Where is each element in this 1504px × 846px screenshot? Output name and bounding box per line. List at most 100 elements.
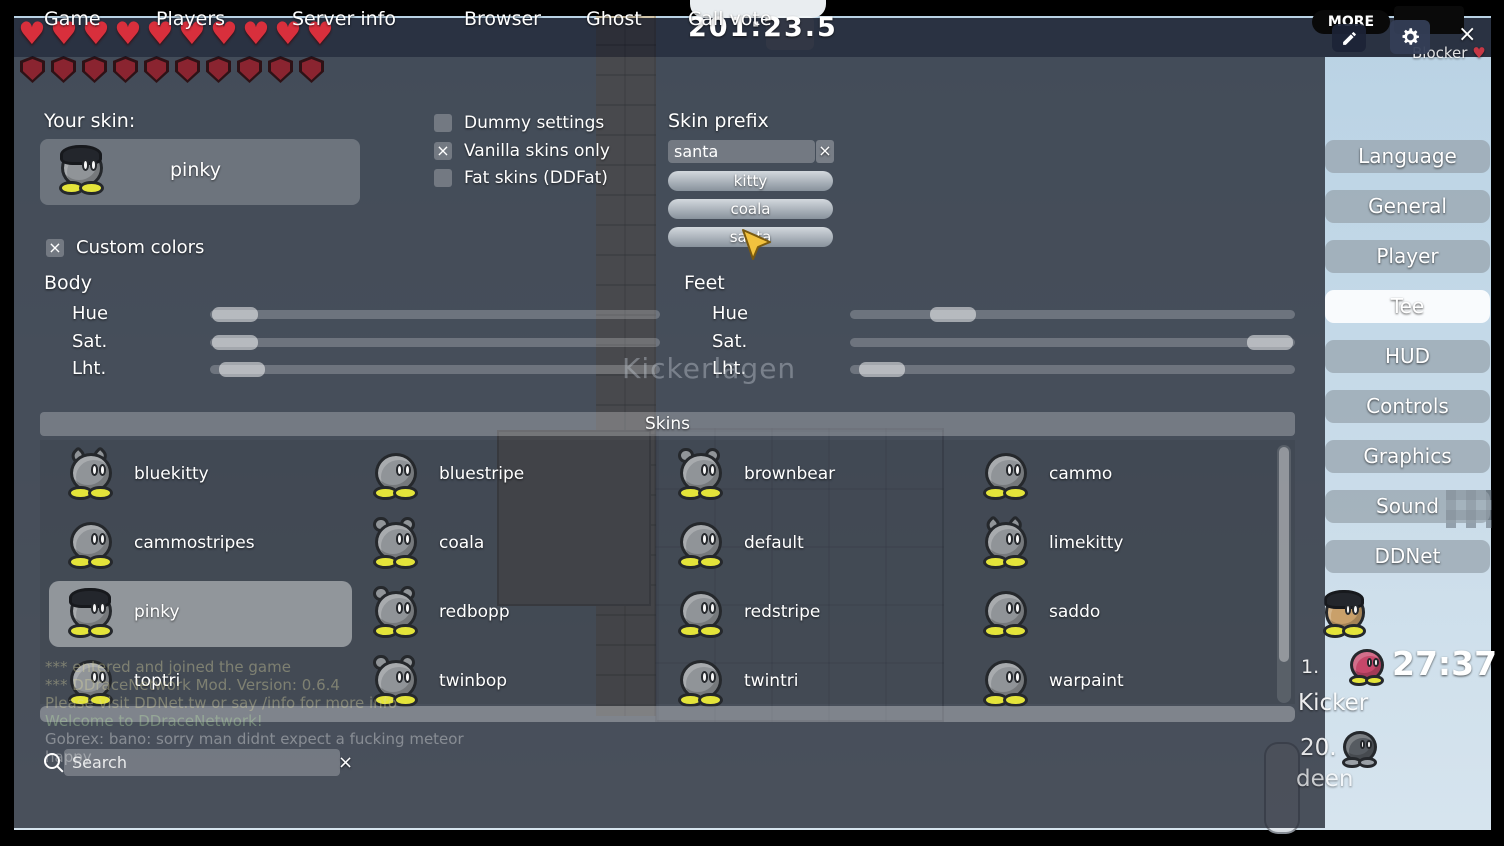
skin-name: bluestripe xyxy=(439,464,524,484)
close-icon[interactable]: × xyxy=(1458,24,1476,46)
checkbox-icon xyxy=(434,169,452,187)
tee-icon xyxy=(67,521,115,569)
tee-icon xyxy=(67,590,115,638)
clear-prefix-icon[interactable]: × xyxy=(816,140,834,163)
search-input[interactable] xyxy=(64,749,340,776)
slider-handle[interactable] xyxy=(212,307,258,322)
skin-item-bluekitty[interactable]: bluekitty xyxy=(49,443,352,509)
skin-item-pinky-selected[interactable]: pinky xyxy=(49,581,352,647)
skin-name: saddo xyxy=(1049,602,1100,622)
chat-line: Welcome to DDraceNetwork! xyxy=(45,712,263,730)
skin-item-redbopp[interactable]: redbopp xyxy=(354,581,657,647)
chat-line: Please visit DDNet.tw or say /info for m… xyxy=(45,694,397,712)
prefix-preset-kitty[interactable]: kitty xyxy=(668,171,833,191)
map-watermark: Kickerlagen xyxy=(622,352,796,385)
settings-button[interactable] xyxy=(1390,20,1430,54)
chat-line: happy xyxy=(45,748,92,766)
skin-item-cammo[interactable]: cammo xyxy=(964,443,1267,509)
slider-handle[interactable] xyxy=(212,335,258,350)
feet-lht-slider[interactable] xyxy=(850,365,1295,374)
checkbox-custom-colors[interactable]: Custom colors xyxy=(46,237,204,258)
feet-section-label: Feet xyxy=(684,272,725,294)
tab-tee[interactable]: Tee xyxy=(1325,290,1490,323)
skin-name: bluekitty xyxy=(134,464,209,484)
tab-controls[interactable]: Controls xyxy=(1325,390,1490,423)
menu-tab-game[interactable]: Game xyxy=(44,8,101,30)
pencil-icon xyxy=(1341,30,1358,47)
skin-name: pinky xyxy=(134,602,180,622)
prefix-preset-coala[interactable]: coala xyxy=(668,199,833,219)
editor-button[interactable] xyxy=(1332,24,1366,52)
rank-2-name: deen xyxy=(1296,766,1353,792)
skin-item-brownbear[interactable]: brownbear xyxy=(659,443,962,509)
skin-item-coala[interactable]: coala xyxy=(354,512,657,578)
checkbox-icon xyxy=(46,239,64,257)
skin-item-default[interactable]: default xyxy=(659,512,962,578)
tee-icon xyxy=(677,521,725,569)
chat-line: Gobrex: bano: sorry man didnt expect a f… xyxy=(45,730,464,748)
rank-2-number: 20. xyxy=(1300,735,1337,761)
skin-name: cammo xyxy=(1049,464,1112,484)
skin-name: cammostripes xyxy=(134,533,255,553)
armor-shields xyxy=(20,56,330,87)
game-cursor xyxy=(740,228,772,262)
body-sat-slider[interactable] xyxy=(210,338,660,347)
body-lht-slider[interactable] xyxy=(210,365,660,374)
tee-icon xyxy=(372,590,420,638)
tee-icon xyxy=(982,452,1030,500)
tab-general[interactable]: General xyxy=(1325,190,1490,223)
body-section-label: Body xyxy=(44,272,92,294)
tab-player[interactable]: Player xyxy=(1325,240,1490,273)
game-window: Kickerlagen *** entered and joined the g… xyxy=(0,0,1504,846)
feet-sat-label: Sat. xyxy=(712,331,747,352)
checkbox-icon xyxy=(434,142,452,160)
skin-name: default xyxy=(744,533,804,553)
checkbox-dummy-settings[interactable]: Dummy settings xyxy=(434,113,604,133)
checkbox-vanilla-skins-only[interactable]: Vanilla skins only xyxy=(434,141,610,161)
menu-tab-ghost[interactable]: Ghost xyxy=(586,8,642,30)
tee-icon xyxy=(67,452,115,500)
chat-line: *** DDraceNetwork Mod. Version: 0.6.4 xyxy=(45,676,340,694)
skin-item-redstripe[interactable]: redstripe xyxy=(659,581,962,647)
slider-handle[interactable] xyxy=(930,307,976,322)
tee-icon xyxy=(677,659,725,707)
skin-name: twinbop xyxy=(439,671,507,691)
tab-hud[interactable]: HUD xyxy=(1325,340,1490,373)
rank-1-name: Kicker xyxy=(1298,690,1368,716)
tab-sound[interactable]: Sound xyxy=(1325,490,1490,523)
scrollbar-handle[interactable] xyxy=(1279,447,1289,662)
clear-search-icon[interactable]: × xyxy=(338,752,353,773)
tee-icon xyxy=(982,590,1030,638)
tab-ddnet[interactable]: DDNet xyxy=(1325,540,1490,573)
tee-icon xyxy=(677,590,725,638)
skin-name: limekitty xyxy=(1049,533,1123,553)
feet-hue-slider[interactable] xyxy=(850,310,1295,319)
slider-handle[interactable] xyxy=(1247,335,1293,350)
menu-tab-call-vote[interactable]: Call vote xyxy=(688,8,772,30)
checkbox-fat-skins[interactable]: Fat skins (DDFat) xyxy=(434,168,608,188)
skin-name: coala xyxy=(439,533,484,553)
background-tee xyxy=(1322,592,1368,638)
skin-prefix-input[interactable] xyxy=(668,140,815,163)
tab-language[interactable]: Language xyxy=(1325,140,1490,173)
slider-handle[interactable] xyxy=(219,362,265,377)
skin-item-saddo[interactable]: saddo xyxy=(964,581,1267,647)
skin-item-cammostripes[interactable]: cammostripes xyxy=(49,512,352,578)
skins-vertical-scrollbar[interactable] xyxy=(1277,445,1291,703)
menu-tab-server-info[interactable]: Server info xyxy=(292,8,396,30)
skin-item-bluestripe[interactable]: bluestripe xyxy=(354,443,657,509)
feet-sat-slider[interactable] xyxy=(850,338,1295,347)
tee-icon xyxy=(372,521,420,569)
checkbox-label: Vanilla skins only xyxy=(464,141,610,161)
current-skin-name: pinky xyxy=(170,159,221,181)
skin-name: brownbear xyxy=(744,464,835,484)
slider-handle[interactable] xyxy=(859,362,905,377)
tab-graphics[interactable]: Graphics xyxy=(1325,440,1490,473)
menu-tab-browser[interactable]: Browser xyxy=(464,8,541,30)
skin-item-limekitty[interactable]: limekitty xyxy=(964,512,1267,578)
rank-2-tee-icon xyxy=(1341,730,1379,768)
menu-tab-players[interactable]: Players xyxy=(156,8,225,30)
body-lht-label: Lht. xyxy=(72,358,106,379)
tee-icon xyxy=(982,659,1030,707)
body-hue-slider[interactable] xyxy=(210,310,660,319)
